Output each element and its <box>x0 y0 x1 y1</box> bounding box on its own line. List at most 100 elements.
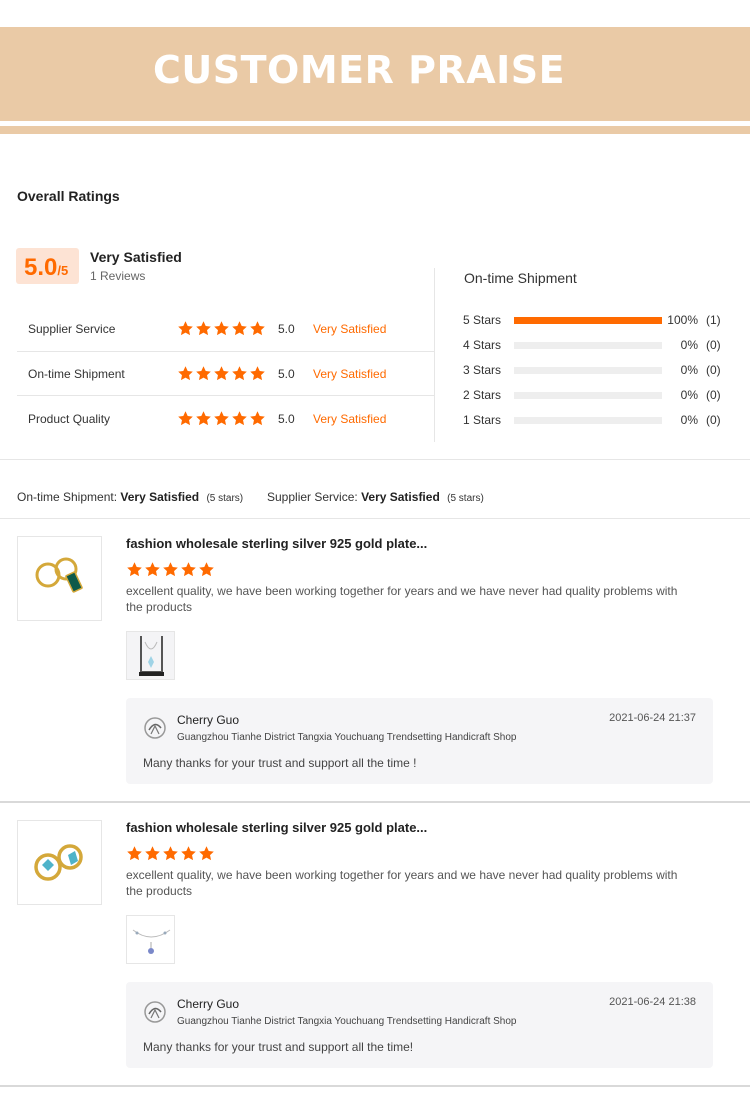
shipment-distribution-title: On-time Shipment <box>464 270 577 286</box>
star-icon <box>195 365 212 382</box>
overall-score-max: /5 <box>57 263 69 278</box>
star-icon <box>249 410 266 427</box>
section-divider <box>0 459 750 460</box>
review-product-title[interactable]: fashion wholesale sterling silver 925 go… <box>126 536 427 551</box>
seller-shop-name: Guangzhou Tianhe District Tangxia Youchu… <box>177 732 517 743</box>
review-divider <box>0 801 750 803</box>
star-icon <box>231 410 248 427</box>
rating-label: Supplier Service <box>28 321 116 336</box>
distribution-bar <box>514 341 662 349</box>
review-photo[interactable] <box>126 631 175 680</box>
reply-date: 2021-06-24 21:38 <box>609 996 696 1008</box>
distribution-row: 4 Stars 0% (0) <box>463 337 733 353</box>
rating-row-product-quality: Product Quality 5.0 Very Satisfied <box>17 396 435 441</box>
star-icon <box>144 561 161 578</box>
star-level-label: 1 Stars <box>463 413 502 427</box>
summary-shipment-value: Very Satisfied <box>120 490 200 504</box>
review-divider <box>0 1085 750 1087</box>
product-thumbnail[interactable] <box>17 536 102 621</box>
star-icon <box>177 365 194 382</box>
distribution-percent: 0% <box>680 388 698 402</box>
distribution-bar <box>514 316 662 324</box>
star-icon <box>249 365 266 382</box>
star-rating <box>177 320 278 337</box>
section-divider <box>0 518 750 519</box>
distribution-row: 5 Stars 100% (1) <box>463 312 733 328</box>
star-icon <box>126 845 143 862</box>
summary-shipment-label: On-time Shipment: <box>17 490 118 504</box>
distribution-count: (0) <box>706 363 721 377</box>
reply-message: Many thanks for your trust and support a… <box>143 1040 414 1054</box>
overall-review-count: 1 Reviews <box>90 269 146 283</box>
seller-name: Cherry Guo <box>177 997 240 1011</box>
star-icon <box>249 320 266 337</box>
review-text: excellent quality, we have been working … <box>126 868 678 898</box>
vertical-divider <box>434 268 435 442</box>
distribution-row: 1 Stars 0% (0) <box>463 412 733 428</box>
rating-description: Very Satisfied <box>313 366 387 381</box>
rating-label: Product Quality <box>28 411 111 426</box>
rating-value: 5.0 <box>278 366 295 381</box>
rating-description: Very Satisfied <box>313 321 387 336</box>
distribution-percent: 0% <box>680 338 698 352</box>
distribution-count: (0) <box>706 388 721 402</box>
star-level-label: 2 Stars <box>463 388 502 402</box>
star-icon <box>231 320 248 337</box>
overall-ratings-title: Overall Ratings <box>17 188 120 204</box>
distribution-percent: 100% <box>667 313 698 327</box>
reply-date: 2021-06-24 21:37 <box>609 712 696 724</box>
overall-score-badge: 5.0/5 <box>16 248 79 284</box>
review-star-rating <box>126 561 215 578</box>
rating-label: On-time Shipment <box>28 366 125 381</box>
distribution-row: 3 Stars 0% (0) <box>463 362 733 378</box>
star-icon <box>126 561 143 578</box>
distribution-percent: 0% <box>680 413 698 427</box>
distribution-count: (0) <box>706 413 721 427</box>
star-icon <box>180 561 197 578</box>
review-photo[interactable] <box>126 915 175 964</box>
star-icon <box>177 320 194 337</box>
distribution-bar <box>514 391 662 399</box>
summary-supplier-stars: (5 stars) <box>447 493 484 504</box>
seller-shop-name: Guangzhou Tianhe District Tangxia Youchu… <box>177 1016 517 1027</box>
seller-avatar-icon <box>143 1000 167 1024</box>
star-icon <box>195 320 212 337</box>
star-icon <box>198 845 215 862</box>
star-icon <box>213 410 230 427</box>
summary-shipment: On-time Shipment: Very Satisfied (5 star… <box>17 490 243 504</box>
distribution-row: 2 Stars 0% (0) <box>463 387 733 403</box>
reply-message: Many thanks for your trust and support a… <box>143 756 417 770</box>
star-icon <box>144 845 161 862</box>
distribution-count: (1) <box>706 313 721 327</box>
star-icon <box>177 410 194 427</box>
seller-name: Cherry Guo <box>177 713 240 727</box>
page-title: CUSTOMER PRAISE <box>153 48 566 92</box>
review-star-rating <box>126 845 215 862</box>
seller-avatar-icon <box>143 716 167 740</box>
star-level-label: 4 Stars <box>463 338 502 352</box>
summary-shipment-stars: (5 stars) <box>206 493 244 504</box>
summary-supplier: Supplier Service: Very Satisfied (5 star… <box>267 490 484 504</box>
rating-description: Very Satisfied <box>313 411 387 426</box>
star-icon <box>162 845 179 862</box>
distribution-bar <box>514 366 662 374</box>
star-icon <box>198 561 215 578</box>
product-thumbnail[interactable] <box>17 820 102 905</box>
rating-value: 5.0 <box>278 321 295 336</box>
star-icon <box>162 561 179 578</box>
star-icon <box>195 410 212 427</box>
review-product-title[interactable]: fashion wholesale sterling silver 925 go… <box>126 820 427 835</box>
summary-supplier-label: Supplier Service: <box>267 490 358 504</box>
distribution-count: (0) <box>706 338 721 352</box>
distribution-bar <box>514 416 662 424</box>
rating-value: 5.0 <box>278 411 295 426</box>
distribution-bar-fill <box>514 316 662 324</box>
star-level-label: 5 Stars <box>463 313 502 327</box>
banner-divider <box>0 126 750 134</box>
star-rating <box>177 410 278 427</box>
star-rating <box>177 365 278 382</box>
overall-score-label: Very Satisfied <box>90 249 182 265</box>
review-text: excellent quality, we have been working … <box>126 584 678 614</box>
distribution-percent: 0% <box>680 363 698 377</box>
star-icon <box>231 365 248 382</box>
